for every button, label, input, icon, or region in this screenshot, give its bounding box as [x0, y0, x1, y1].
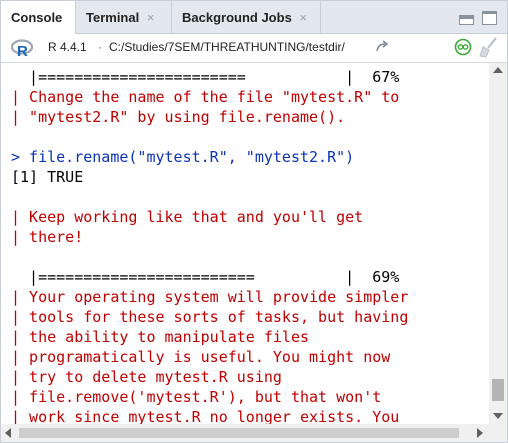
working-directory-path: C:/Studies/7SEM/THREATHUNTING/testdir/ — [109, 40, 345, 54]
tab-terminal-label: Terminal — [86, 10, 140, 25]
horizontal-scrollbar[interactable] — [1, 424, 489, 442]
tab-background-jobs-label: Background Jobs — [182, 10, 292, 25]
scroll-down-arrow-icon[interactable] — [493, 413, 503, 419]
goto-directory-arrow-icon[interactable] — [375, 40, 391, 54]
vertical-scroll-thumb[interactable] — [492, 379, 504, 401]
swirl-message-line: | there! — [11, 228, 84, 246]
scroll-up-arrow-icon[interactable] — [493, 67, 503, 73]
scroll-right-arrow-icon[interactable] — [477, 428, 483, 438]
swirl-message-line: | try to delete mytest.R using — [11, 368, 282, 386]
swirl-message-line: | "mytest2.R" by using file.rename(). — [11, 108, 346, 126]
tab-background-jobs-close-icon[interactable]: × — [299, 10, 307, 25]
swirl-message-line: | the ability to manipulate files — [11, 328, 310, 346]
pane-tab-bar: Console Terminal × Background Jobs × — [1, 1, 507, 34]
command-input-line: > file.rename("mytest.R", "mytest2.R") — [11, 148, 355, 166]
path-separator: · — [98, 40, 102, 54]
interrupt-r-icon[interactable] — [454, 38, 472, 56]
tab-terminal[interactable]: Terminal × — [76, 1, 172, 33]
swirl-message-line: | programatically is useful. You might n… — [11, 348, 391, 366]
swirl-message-line: | file.remove('mytest.R'), but that won'… — [11, 388, 382, 406]
svg-text:R: R — [17, 43, 28, 57]
swirl-message-line: | tools for these sorts of tasks, but ha… — [11, 308, 409, 326]
scroll-left-arrow-icon[interactable] — [5, 428, 11, 438]
console-pane: Console Terminal × Background Jobs × R R… — [0, 0, 508, 443]
console-lines: |======================= | 67% | Change … — [11, 67, 408, 424]
clear-console-broom-icon[interactable] — [477, 36, 499, 58]
console-path-bar: R R 4.4.1 · C:/Studies/7SEM/THREATHUNTIN… — [1, 34, 507, 63]
horizontal-scroll-thumb[interactable] — [19, 428, 459, 438]
swirl-message-line: | work since mytest.R no longer exists. … — [11, 408, 400, 424]
pane-window-controls — [455, 11, 497, 25]
command-output-line: [1] TRUE — [11, 168, 84, 186]
maximize-pane-icon[interactable] — [482, 11, 497, 25]
tab-background-jobs[interactable]: Background Jobs × — [172, 1, 321, 33]
tab-console-label: Console — [11, 10, 63, 25]
tab-terminal-close-icon[interactable]: × — [147, 10, 155, 25]
progress-bar-line: |======================== | 69% — [11, 268, 400, 286]
vertical-scrollbar[interactable] — [489, 63, 507, 424]
r-logo-icon: R — [11, 39, 33, 57]
swirl-message-line: | Your operating system will provide sim… — [11, 288, 409, 306]
progress-bar-line: |======================= | 67% — [11, 68, 400, 86]
swirl-message-line: | Change the name of the file "mytest.R"… — [11, 88, 400, 106]
minimize-pane-icon[interactable] — [458, 15, 474, 25]
swirl-message-line: | Keep working like that and you'll get — [11, 208, 364, 226]
scrollbar-corner — [489, 424, 507, 442]
tab-console[interactable]: Console — [1, 1, 76, 34]
r-version-label: R 4.4.1 — [48, 40, 87, 54]
console-output[interactable]: |======================= | 67% | Change … — [1, 63, 489, 424]
